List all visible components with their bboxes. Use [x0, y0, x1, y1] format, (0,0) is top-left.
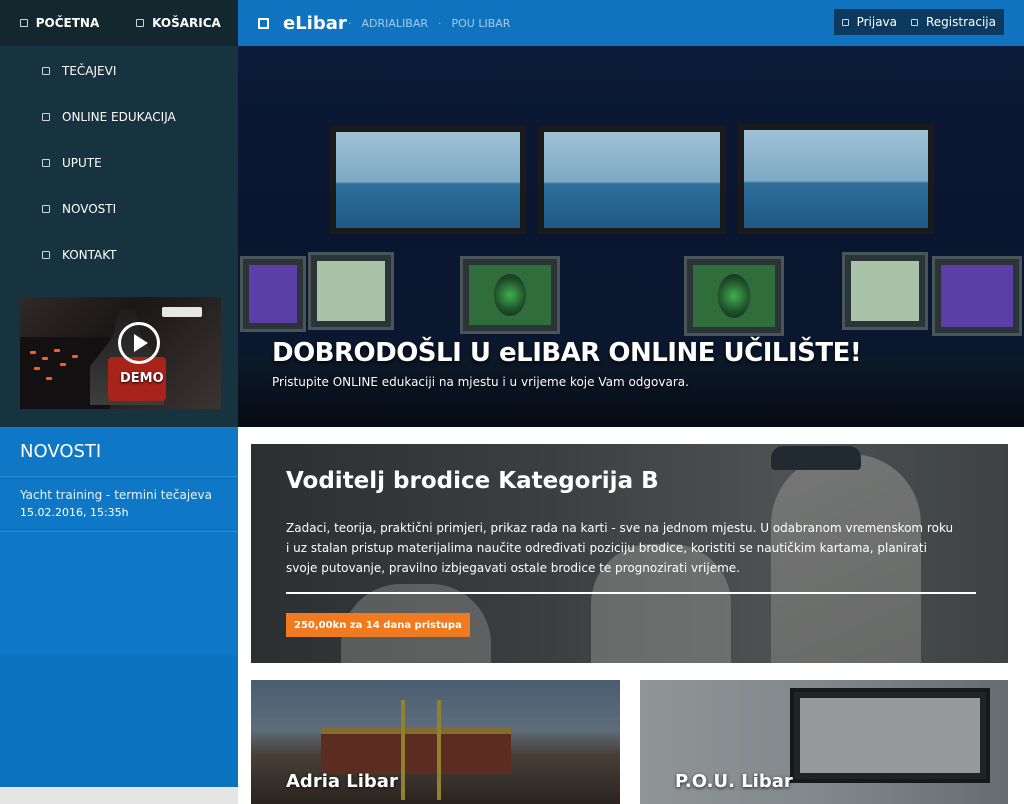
breadcrumb-pou-libar[interactable]: POU LIBAR [452, 17, 511, 30]
horizontal-scrollbar[interactable] [0, 787, 238, 804]
hero-subtitle: Pristupite ONLINE edukaciji na mjestu i … [272, 375, 689, 389]
sidebar-menu: TEČAJEVI ONLINE EDUKACIJA UPUTE NOVOSTI … [0, 46, 238, 278]
square-icon [42, 159, 50, 167]
square-icon [42, 251, 50, 259]
course-card[interactable]: Voditelj brodice Kategorija B Zadaci, te… [251, 444, 1008, 663]
sidebar-item-label: KONTAKT [62, 248, 117, 262]
square-icon [136, 19, 145, 27]
brand-name: eLibar [283, 12, 347, 34]
sidebar-item-label: NOVOSTI [62, 202, 117, 216]
brand[interactable]: eLibar [258, 0, 347, 46]
breadcrumb-adrialibar[interactable]: ADRIALIBAR [362, 17, 429, 30]
sidebar-item-novosti[interactable]: NOVOSTI [0, 186, 238, 232]
page: POČETNA KOŠARICA TEČAJEVI ONLINE EDUKACI… [0, 0, 1024, 804]
radar-monitor [684, 256, 784, 336]
card-pou-libar[interactable]: P.O.U. Libar [640, 680, 1008, 804]
sidebar-item-tecajevi[interactable]: TEČAJEVI [0, 48, 238, 94]
nav-pocetna[interactable]: POČETNA [0, 0, 119, 46]
sidebar-item-kontakt[interactable]: KONTAKT [0, 232, 238, 278]
demo-banner[interactable]: DEMO [20, 297, 221, 409]
breadcrumb: · ADRIALIBAR · POU LIBAR [348, 0, 510, 46]
nav-pocetna-label: POČETNA [35, 16, 100, 30]
card-adria-libar[interactable]: Adria Libar [251, 680, 620, 804]
sidebar-item-online-edukacija[interactable]: ONLINE EDUKACIJA [0, 94, 238, 140]
sidebar-item-label: UPUTE [62, 156, 102, 170]
sidebar-item-upute[interactable]: UPUTE [0, 140, 238, 186]
square-icon [258, 17, 269, 29]
nav-monitor [308, 252, 394, 330]
square-icon [42, 113, 50, 121]
breadcrumb-separator: · [438, 16, 442, 30]
price-badge[interactable]: 250,00kn za 14 dana pristupa [286, 613, 470, 637]
news-heading: NOVOSTI [0, 427, 238, 477]
nav-monitor [932, 256, 1022, 336]
sidebar-item-label: ONLINE EDUKACIJA [62, 110, 176, 124]
card-title: P.O.U. Libar [675, 771, 793, 792]
sidebar-item-label: TEČAJEVI [62, 64, 117, 78]
course-title[interactable]: Voditelj brodice Kategorija B [286, 468, 659, 494]
top-header: eLibar · ADRIALIBAR · POU LIBAR Prijava … [238, 0, 1024, 46]
login-label: Prijava [856, 15, 897, 29]
square-icon [841, 18, 849, 26]
nav-kosarica[interactable]: KOŠARICA [119, 0, 238, 46]
card-title: Adria Libar [286, 771, 398, 792]
news-item-title[interactable]: Yacht training - termini tečajeva [20, 487, 218, 503]
breadcrumb-separator: · [348, 16, 352, 30]
radar-monitor [460, 256, 560, 334]
sidebar-top-nav: POČETNA KOŠARICA [0, 0, 238, 46]
demo-label: DEMO [120, 371, 164, 386]
throttle-handle [162, 307, 202, 317]
nav-monitor [240, 256, 306, 332]
bridge-window [330, 126, 526, 234]
register-label: Registracija [926, 15, 996, 29]
hero-title: DOBRODOŠLI U eLIBAR ONLINE UČILIŠTE! [272, 338, 862, 368]
nav-monitor [842, 252, 928, 330]
news-panel-lower [0, 655, 238, 787]
news-item[interactable]: Yacht training - termini tečajeva 15.02.… [0, 477, 238, 532]
auth-bar: Prijava Registracija [833, 9, 1004, 35]
news-item-date: 15.02.2016, 15:35h [20, 506, 129, 519]
bridge-window [738, 124, 934, 234]
square-icon [19, 19, 28, 27]
square-icon [42, 205, 50, 213]
news-panel: NOVOSTI Yacht training - termini tečajev… [0, 427, 238, 787]
square-icon [911, 18, 918, 26]
bridge-window [538, 126, 726, 234]
course-description: Zadaci, teorija, praktični primjeri, pri… [286, 521, 954, 575]
login-link[interactable]: Prijava [841, 15, 897, 29]
nav-kosarica-label: KOŠARICA [152, 16, 221, 30]
register-link[interactable]: Registracija [911, 15, 996, 29]
square-icon [42, 67, 50, 75]
play-icon[interactable] [118, 322, 160, 364]
hero-banner: DOBRODOŠLI U eLIBAR ONLINE UČILIŠTE! Pri… [238, 46, 1024, 427]
course-divider [286, 592, 976, 594]
